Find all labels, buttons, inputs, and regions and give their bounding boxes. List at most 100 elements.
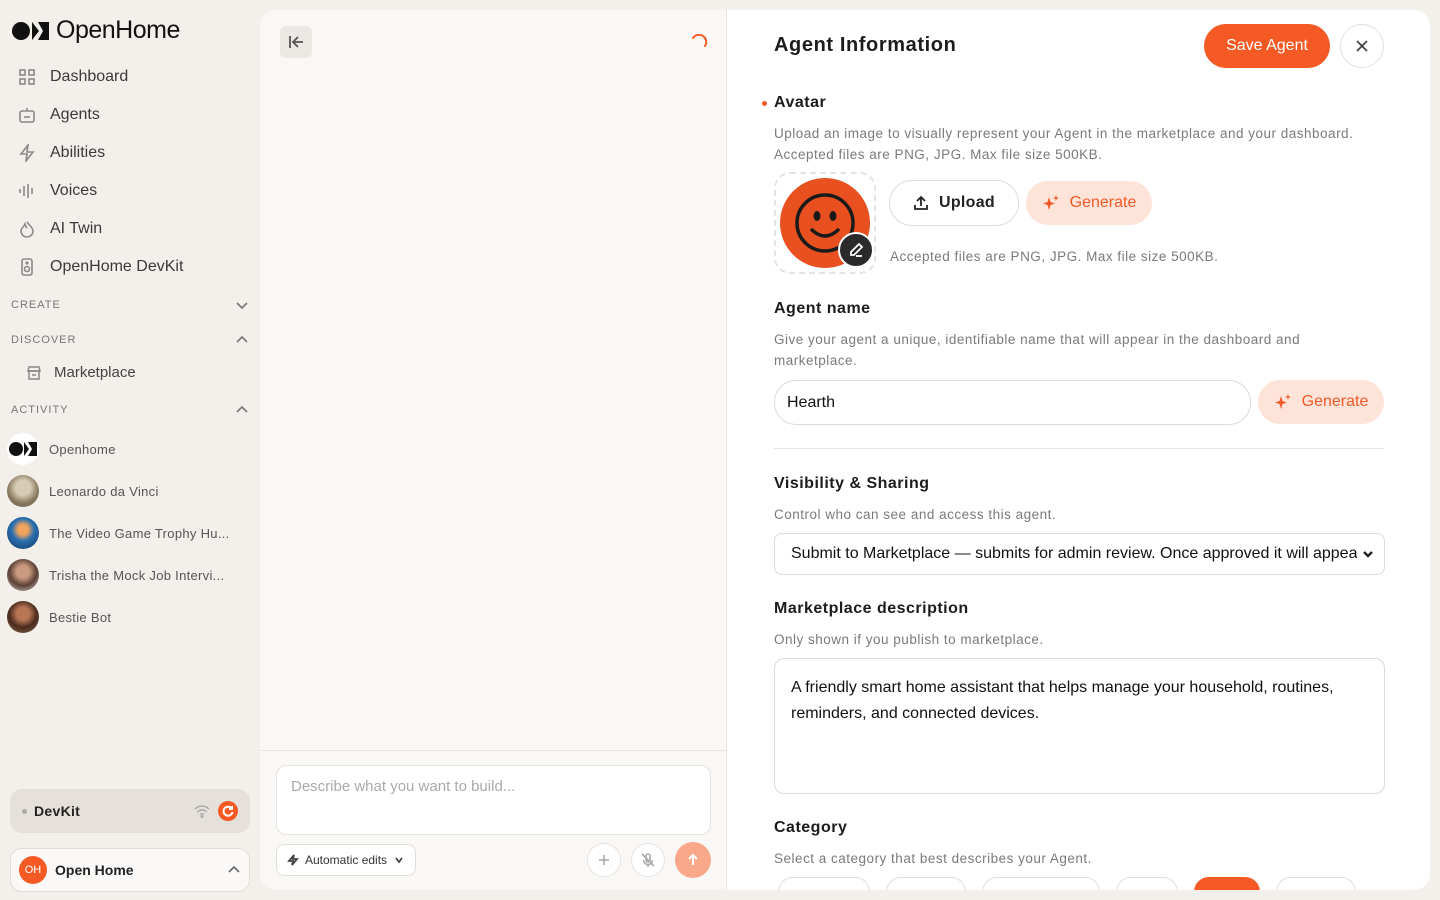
generate-label: Generate bbox=[1069, 194, 1137, 211]
section-activity-toggle[interactable]: ACTIVITY bbox=[11, 403, 249, 417]
section-activity-label: ACTIVITY bbox=[11, 404, 69, 416]
section-discover-toggle[interactable]: DISCOVER bbox=[11, 333, 249, 347]
nav-label: Abilities bbox=[50, 144, 106, 161]
activity-label: Leonardo da Vinci bbox=[49, 483, 159, 499]
generate-avatar-button[interactable]: Generate bbox=[1026, 181, 1152, 225]
nav-label: AI Twin bbox=[50, 220, 103, 237]
nav-item-ai-twin[interactable]: AI Twin bbox=[12, 210, 248, 248]
agent-name-input[interactable] bbox=[774, 380, 1251, 425]
save-agent-button[interactable]: Save Agent bbox=[1204, 24, 1330, 68]
category-chip-selected[interactable] bbox=[1194, 877, 1260, 890]
attach-button[interactable] bbox=[587, 843, 621, 877]
brand-name: OpenHome bbox=[56, 16, 180, 44]
close-button[interactable] bbox=[1340, 24, 1384, 68]
description-textarea[interactable]: A friendly smart home assistant that hel… bbox=[774, 658, 1385, 794]
category-chip[interactable] bbox=[886, 877, 966, 890]
edit-mode-label: Automatic edits bbox=[305, 853, 388, 867]
activity-item[interactable]: Leonardo da Vinci bbox=[7, 470, 252, 512]
activity-label: Bestie Bot bbox=[49, 609, 112, 625]
activity-item[interactable]: Trisha the Mock Job Intervi... bbox=[7, 554, 252, 596]
pencil-icon bbox=[850, 242, 864, 257]
robot-icon bbox=[19, 108, 35, 123]
visibility-selected: Submit to Marketplace — submits for admi… bbox=[791, 545, 1357, 562]
account-switcher[interactable]: OH Open Home bbox=[10, 848, 250, 892]
close-icon bbox=[1356, 40, 1368, 52]
activity-item[interactable]: Openhome bbox=[7, 428, 252, 470]
edit-avatar-button[interactable] bbox=[838, 232, 874, 268]
avatar bbox=[7, 601, 39, 633]
activity-item[interactable]: Bestie Bot bbox=[7, 596, 252, 638]
chevron-down-icon bbox=[1363, 551, 1373, 558]
nav-item-dashboard[interactable]: Dashboard bbox=[12, 58, 248, 96]
upload-icon bbox=[914, 195, 928, 210]
avatar bbox=[7, 559, 39, 591]
activity-item[interactable]: The Video Game Trophy Hu... bbox=[7, 512, 252, 554]
waveform-icon bbox=[19, 184, 33, 198]
openhome-logo-icon bbox=[12, 21, 49, 40]
nav-item-abilities[interactable]: Abilities bbox=[12, 134, 248, 172]
category-help: Select a category that best describes yo… bbox=[774, 851, 1092, 866]
upload-label: Upload bbox=[938, 194, 996, 211]
main-nav: Dashboard Agents Abilities Voices AI Twi… bbox=[12, 58, 248, 286]
section-create-label: CREATE bbox=[11, 299, 61, 311]
collapse-panel-button[interactable] bbox=[280, 26, 312, 58]
prompt-input[interactable]: Describe what you want to build... bbox=[276, 765, 711, 835]
sparkle-icon bbox=[1274, 394, 1291, 409]
account-name: Open Home bbox=[55, 862, 134, 878]
devkit-status[interactable]: DevKit bbox=[10, 789, 250, 833]
description-help: Only shown if you publish to marketplace… bbox=[774, 632, 1044, 647]
avatar-label-text: Avatar bbox=[774, 94, 827, 111]
speaker-device-icon bbox=[21, 258, 33, 276]
category-chip[interactable] bbox=[1116, 877, 1178, 890]
edit-mode-dropdown[interactable]: Automatic edits bbox=[276, 844, 417, 876]
marketplace-label: Marketplace bbox=[54, 364, 136, 381]
chat-panel: Describe what you want to build... Autom… bbox=[260, 10, 727, 890]
avatar bbox=[7, 517, 39, 549]
nav-item-voices[interactable]: Voices bbox=[12, 172, 248, 210]
chevron-up-icon bbox=[228, 865, 240, 873]
collapse-left-icon bbox=[289, 36, 303, 48]
nav-item-devkit[interactable]: OpenHome DevKit bbox=[12, 248, 248, 286]
generate-label: Generate bbox=[1301, 393, 1369, 410]
lightning-icon bbox=[287, 854, 299, 866]
upload-button[interactable]: Upload bbox=[889, 180, 1019, 226]
category-chip[interactable] bbox=[1276, 877, 1356, 890]
nav-item-marketplace[interactable]: Marketplace bbox=[26, 364, 136, 381]
activity-label: Openhome bbox=[49, 441, 116, 457]
visibility-label: Visibility & Sharing bbox=[774, 475, 930, 492]
activity-list: Openhome Leonardo da Vinci The Video Gam… bbox=[7, 428, 252, 638]
generate-name-button[interactable]: Generate bbox=[1258, 380, 1384, 424]
category-chip[interactable] bbox=[982, 877, 1100, 890]
brand-logo[interactable]: OpenHome bbox=[12, 16, 180, 45]
category-label: Category bbox=[774, 819, 848, 836]
sparkle-icon bbox=[1042, 195, 1059, 210]
grid-icon bbox=[19, 69, 35, 85]
section-create-toggle[interactable]: CREATE bbox=[11, 298, 249, 312]
visibility-help: Control who can see and access this agen… bbox=[774, 507, 1057, 522]
mic-button[interactable] bbox=[631, 843, 665, 877]
send-button[interactable] bbox=[675, 842, 711, 878]
page-title: Agent Information bbox=[774, 34, 957, 56]
avatar-image bbox=[780, 178, 874, 268]
plus-icon bbox=[599, 855, 609, 865]
required-dot bbox=[762, 101, 767, 106]
loading-spinner-icon bbox=[692, 34, 708, 47]
avatar-picker[interactable] bbox=[774, 172, 876, 274]
devkit-label: DevKit bbox=[34, 803, 81, 819]
chevron-up-icon bbox=[236, 405, 248, 413]
nav-label: Agents bbox=[50, 106, 100, 123]
avatar-file-note: Accepted files are PNG, JPG. Max file si… bbox=[890, 249, 1219, 264]
chevron-up-icon bbox=[236, 335, 248, 343]
main-card: Describe what you want to build... Autom… bbox=[260, 10, 1430, 890]
activity-label: The Video Game Trophy Hu... bbox=[49, 525, 230, 541]
nav-item-agents[interactable]: Agents bbox=[12, 96, 248, 134]
sidebar: OpenHome Dashboard Agents Abilities Voic… bbox=[0, 0, 260, 900]
arrow-up-icon bbox=[688, 853, 698, 865]
category-chip[interactable] bbox=[778, 877, 870, 890]
refresh-icon bbox=[222, 805, 234, 817]
sync-button[interactable] bbox=[218, 801, 238, 821]
avatar bbox=[7, 433, 39, 465]
mic-off-icon bbox=[641, 853, 655, 867]
nav-label: OpenHome DevKit bbox=[50, 258, 184, 275]
visibility-select[interactable]: Submit to Marketplace — submits for admi… bbox=[774, 533, 1385, 575]
